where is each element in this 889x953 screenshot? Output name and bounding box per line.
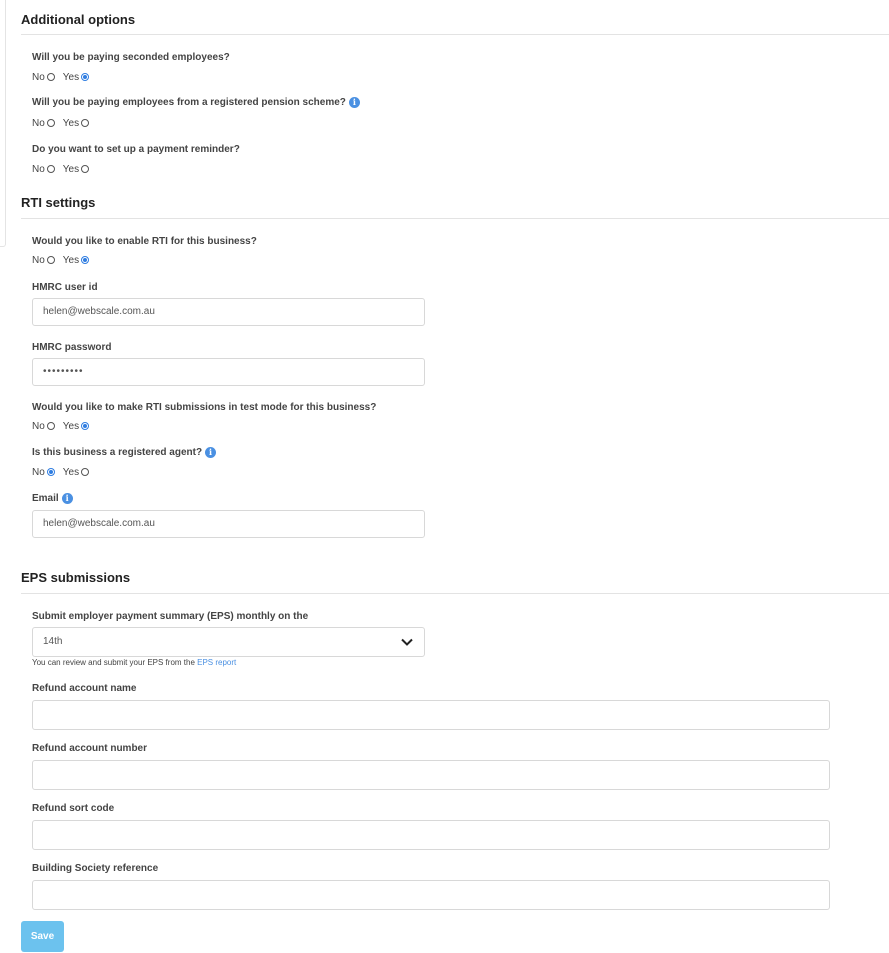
radio-pension-no[interactable]: No bbox=[32, 118, 55, 129]
radio-button[interactable] bbox=[81, 422, 90, 430]
section-title-rti-settings: RTI settings bbox=[21, 195, 96, 210]
field-label: HMRC user id bbox=[32, 282, 98, 293]
field-label: Building Society reference bbox=[32, 863, 159, 874]
radio-label: Yes bbox=[62, 163, 80, 175]
divider bbox=[21, 34, 889, 35]
chevron-down-icon bbox=[401, 638, 413, 646]
radio-label: Yes bbox=[62, 466, 80, 478]
radio-button[interactable] bbox=[81, 165, 90, 173]
question-enable-rti: Would you like to enable RTI for this bu… bbox=[32, 236, 257, 247]
radio-agent-yes[interactable]: Yes bbox=[62, 466, 90, 478]
hmrc-password-input[interactable]: ••••••••• bbox=[32, 358, 425, 386]
field-label: HMRC password bbox=[32, 342, 112, 353]
radio-label: No bbox=[32, 254, 45, 266]
radio-group-reminder: No Yes bbox=[32, 163, 97, 175]
refund-account-number-input[interactable] bbox=[32, 760, 830, 790]
radio-label: No bbox=[32, 163, 45, 175]
radio-button[interactable] bbox=[81, 73, 90, 81]
section-title-eps-submissions: EPS submissions bbox=[21, 570, 131, 585]
question-registered-agent: Is this business a registered agent? i bbox=[32, 447, 217, 458]
radio-test-no[interactable]: No bbox=[32, 421, 55, 432]
radio-label: Yes bbox=[62, 420, 80, 432]
eps-report-link[interactable]: EPS report bbox=[197, 658, 236, 667]
hint-text: You can review and submit your EPS from … bbox=[32, 658, 198, 667]
radio-button[interactable] bbox=[81, 119, 90, 127]
refund-account-name-input[interactable] bbox=[32, 700, 830, 730]
radio-pension-yes[interactable]: Yes bbox=[62, 117, 90, 129]
radio-button[interactable] bbox=[81, 468, 90, 476]
radio-reminder-no[interactable]: No bbox=[32, 164, 55, 175]
divider bbox=[21, 593, 889, 594]
radio-label: No bbox=[32, 117, 45, 129]
info-icon[interactable]: i bbox=[348, 97, 360, 108]
radio-rti-no[interactable]: No bbox=[32, 255, 55, 266]
email-input[interactable]: helen@webscale.com.au bbox=[32, 510, 425, 538]
hmrc-user-id-input[interactable]: helen@webscale.com.au bbox=[32, 298, 425, 326]
radio-button[interactable] bbox=[46, 73, 55, 81]
question-label: Would you like to make RTI submissions i… bbox=[32, 402, 377, 413]
radio-button[interactable] bbox=[46, 119, 55, 127]
refund-account-number-label: Refund account number bbox=[32, 743, 147, 754]
field-label: Submit employer payment summary (EPS) mo… bbox=[32, 611, 309, 622]
radio-group-test-mode: No Yes bbox=[32, 420, 97, 432]
field-label: Refund account number bbox=[32, 743, 148, 754]
eps-day-select[interactable]: 14th bbox=[32, 627, 425, 657]
eps-hint: You can review and submit your EPS from … bbox=[32, 658, 236, 667]
radio-seconded-yes[interactable]: Yes bbox=[62, 71, 90, 83]
section-title-additional-options: Additional options bbox=[21, 12, 136, 27]
hmrc-password-label: HMRC password bbox=[32, 342, 111, 353]
radio-group-pension: No Yes bbox=[32, 117, 97, 129]
refund-sort-code-input[interactable] bbox=[32, 820, 830, 850]
save-button[interactable]: Save bbox=[21, 921, 64, 952]
radio-agent-no[interactable]: No bbox=[32, 467, 55, 478]
radio-button[interactable] bbox=[46, 256, 55, 264]
left-panel-border bbox=[0, 0, 6, 247]
hmrc-user-id-label: HMRC user id bbox=[32, 282, 98, 293]
refund-sort-code-label: Refund sort code bbox=[32, 803, 114, 814]
building-society-reference-label: Building Society reference bbox=[32, 863, 158, 874]
field-label: Refund sort code bbox=[32, 803, 115, 814]
divider bbox=[21, 218, 889, 219]
radio-label: No bbox=[32, 71, 45, 83]
radio-group-agent: No Yes bbox=[32, 466, 97, 478]
radio-button[interactable] bbox=[46, 468, 55, 476]
radio-group-seconded: No Yes bbox=[32, 71, 97, 83]
question-payment-reminder: Do you want to set up a payment reminder… bbox=[32, 144, 240, 155]
radio-button[interactable] bbox=[46, 165, 55, 173]
question-label: Will you be paying seconded employees? bbox=[32, 52, 230, 63]
radio-button[interactable] bbox=[81, 256, 90, 264]
refund-account-name-label: Refund account name bbox=[32, 683, 136, 694]
radio-label: No bbox=[32, 420, 45, 432]
eps-submit-label: Submit employer payment summary (EPS) mo… bbox=[32, 611, 308, 622]
building-society-reference-input[interactable] bbox=[32, 880, 830, 910]
email-label: Email i bbox=[32, 493, 73, 504]
radio-label: Yes bbox=[62, 254, 80, 266]
radio-label: Yes bbox=[62, 117, 80, 129]
field-label: Refund account name bbox=[32, 683, 137, 694]
question-label: Would you like to enable RTI for this bu… bbox=[32, 236, 257, 247]
radio-label: Yes bbox=[62, 71, 80, 83]
question-seconded: Will you be paying seconded employees? bbox=[32, 52, 230, 63]
question-label: Do you want to set up a payment reminder… bbox=[32, 144, 240, 155]
info-icon[interactable]: i bbox=[61, 493, 73, 504]
question-test-mode: Would you like to make RTI submissions i… bbox=[32, 402, 376, 413]
field-label: Email bbox=[32, 493, 59, 504]
question-label: Is this business a registered agent? bbox=[32, 447, 203, 458]
radio-test-yes[interactable]: Yes bbox=[62, 420, 90, 432]
question-pension: Will you be paying employees from a regi… bbox=[32, 97, 360, 108]
info-icon[interactable]: i bbox=[205, 447, 217, 458]
radio-group-enable-rti: No Yes bbox=[32, 254, 97, 266]
radio-label: No bbox=[32, 466, 45, 478]
question-label: Will you be paying employees from a regi… bbox=[32, 97, 346, 108]
radio-reminder-yes[interactable]: Yes bbox=[62, 163, 90, 175]
radio-seconded-no[interactable]: No bbox=[32, 72, 55, 83]
radio-rti-yes[interactable]: Yes bbox=[62, 254, 90, 266]
radio-button[interactable] bbox=[46, 422, 55, 430]
eps-day-value: 14th bbox=[43, 636, 63, 647]
